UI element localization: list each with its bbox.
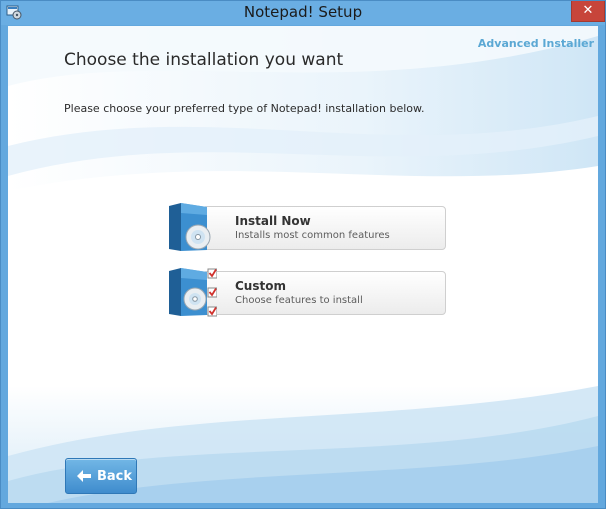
title-bar: Notepad! Setup ✕ (1, 1, 605, 25)
custom-description: Choose features to install (235, 295, 363, 306)
custom-title: Custom (235, 279, 286, 293)
custom-box-checklist-icon (169, 268, 217, 317)
install-now-option[interactable]: Install Now Installs most common feature… (167, 203, 449, 253)
back-button[interactable]: Back (65, 458, 137, 494)
install-now-button[interactable] (203, 206, 446, 250)
install-now-description: Installs most common features (235, 230, 390, 241)
close-button[interactable]: ✕ (571, 1, 605, 22)
page-title: Choose the installation you want (64, 50, 344, 70)
install-now-title: Install Now (235, 214, 311, 228)
window-title: Notepad! Setup (243, 3, 363, 21)
back-label: Back (97, 469, 133, 484)
brand-label: Advanced Installer (477, 37, 594, 50)
close-icon: ✕ (582, 3, 594, 18)
install-box-icon (169, 203, 211, 251)
arrow-left-icon (77, 470, 91, 482)
custom-button[interactable] (203, 271, 446, 315)
custom-option[interactable]: Custom Choose features to install (167, 268, 449, 318)
wizard-page: Choose the installation you want Advance… (8, 26, 598, 503)
page-subtitle: Please choose your preferred type of Not… (64, 102, 425, 115)
setup-window: Notepad! Setup ✕ Choose the installation… (0, 0, 606, 509)
